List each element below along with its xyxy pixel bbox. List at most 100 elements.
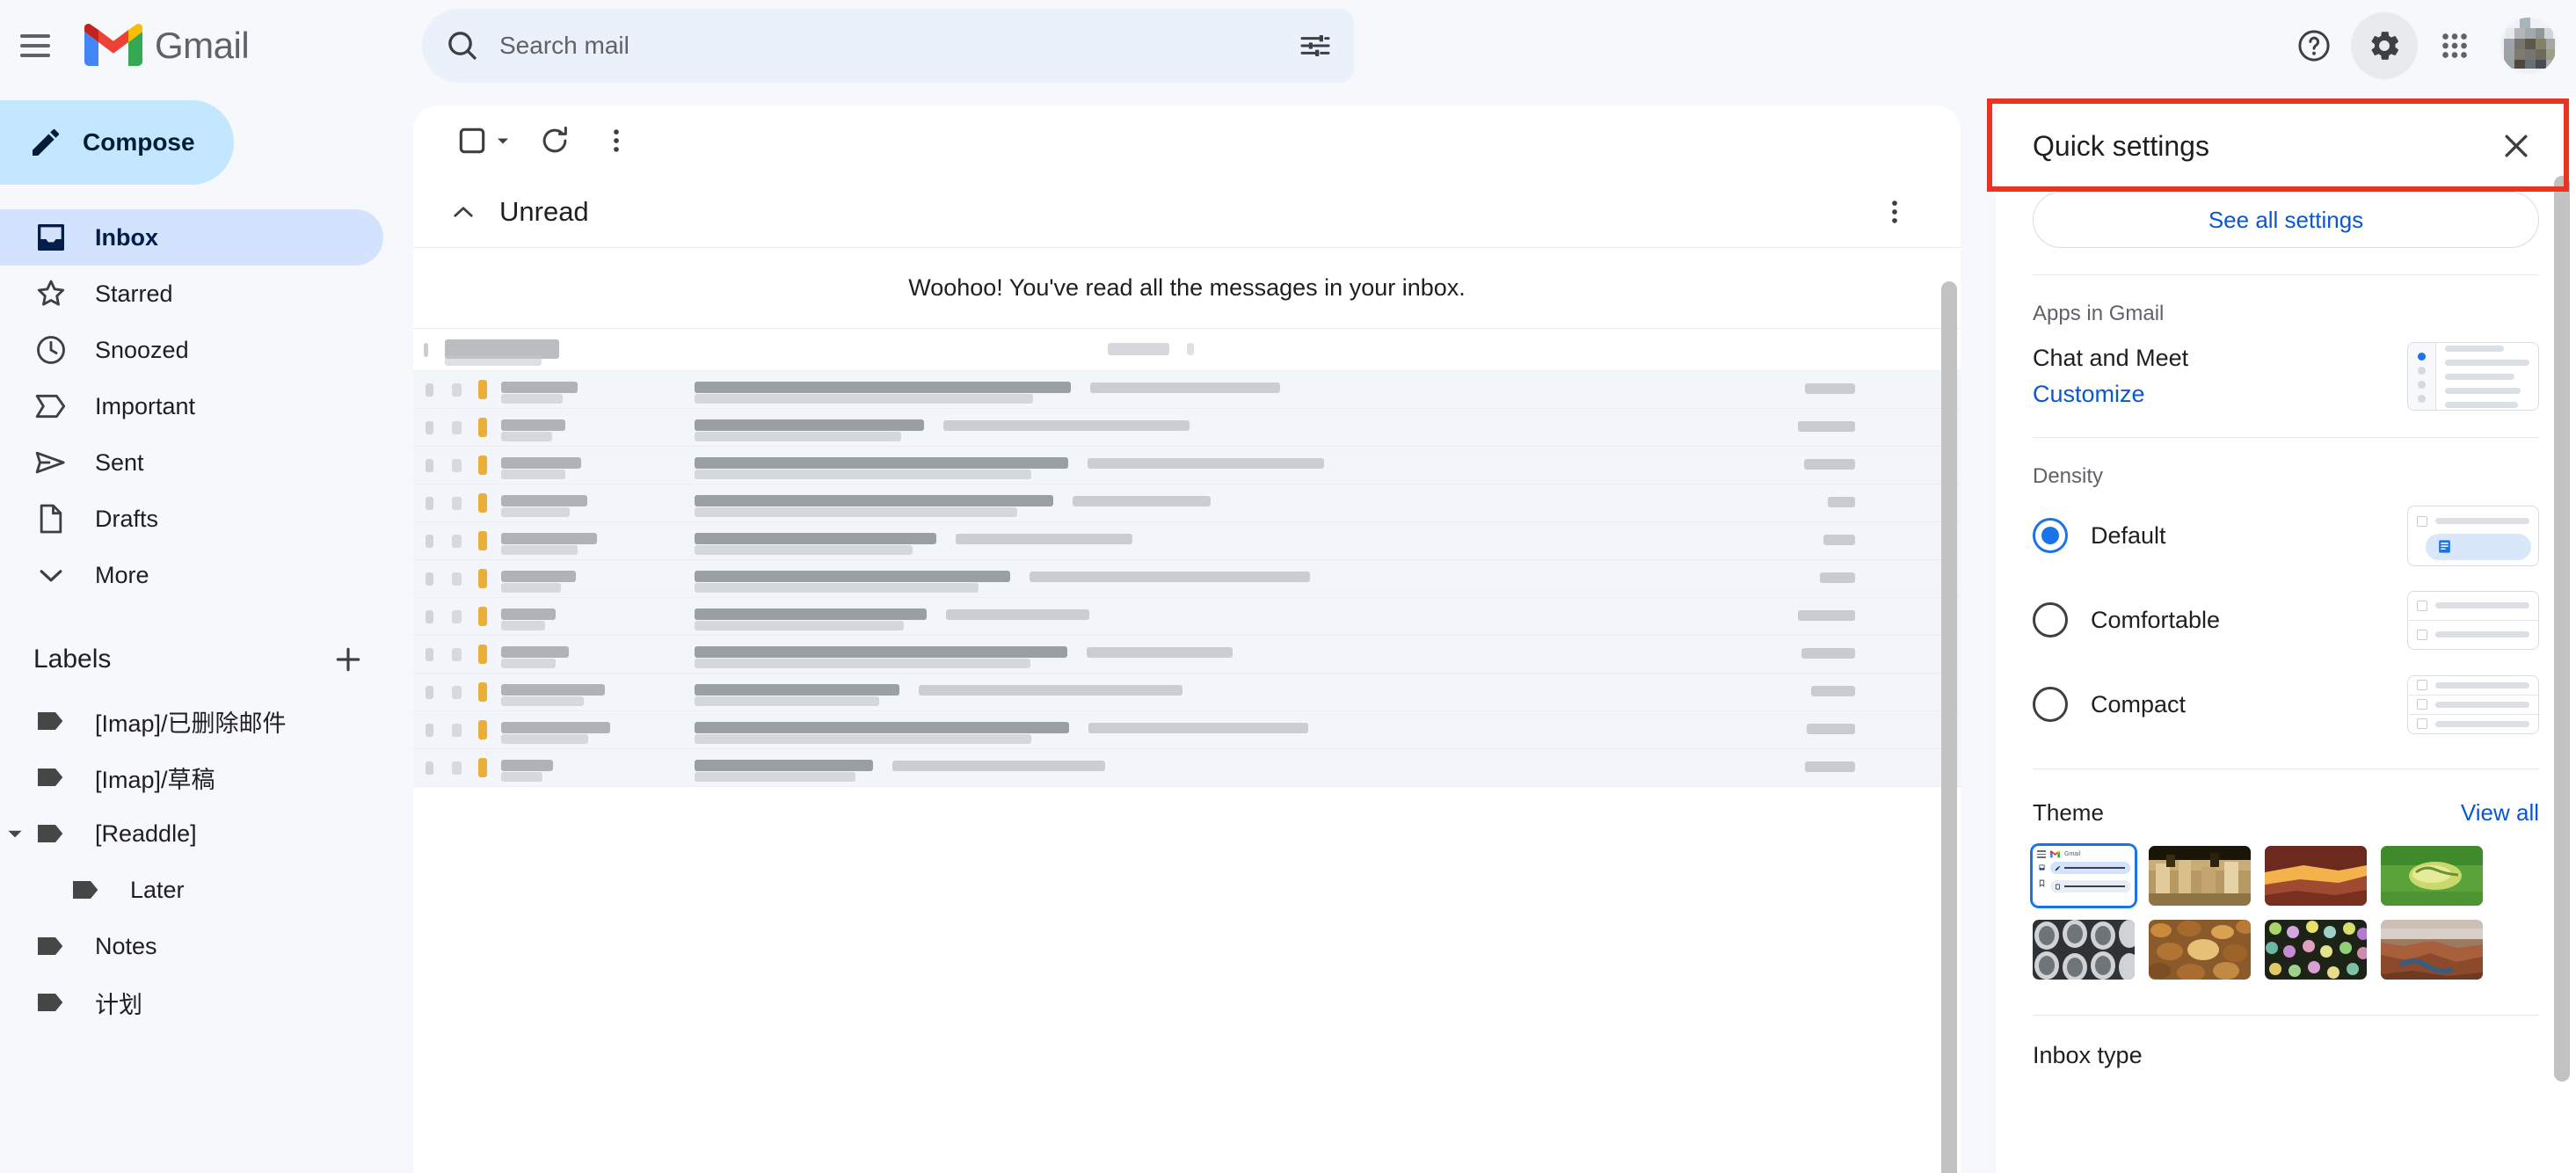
redacted-text-block	[919, 685, 1182, 696]
select-all-control[interactable]	[448, 119, 520, 163]
label-tag-icon	[73, 881, 98, 899]
density-option-default[interactable]: Default	[2033, 498, 2539, 573]
message-list-scrollbar[interactable]	[1941, 281, 1957, 1173]
density-option-comfortable[interactable]: Comfortable	[2033, 582, 2539, 658]
sidebar-label-text: Notes	[95, 932, 157, 959]
theme-thumb-grayscale-bubbles[interactable]	[2033, 920, 2135, 980]
redacted-text-block	[478, 531, 487, 550]
redacted-text-block	[695, 696, 879, 706]
plus-icon[interactable]	[327, 638, 369, 681]
mail-rows-container	[413, 329, 1961, 787]
redacted-text-block	[1805, 761, 1855, 772]
redacted-text-block	[452, 724, 462, 737]
user-avatar[interactable]	[2500, 18, 2557, 74]
density-option-label: Default	[2091, 521, 2166, 549]
theme-thumb-canyon-river[interactable]	[2381, 920, 2483, 980]
sidebar-label-item[interactable]: 计划	[0, 974, 383, 1031]
sidebar-item-more[interactable]: More	[0, 547, 383, 603]
redacted-text-block	[426, 648, 433, 661]
checkbox-icon[interactable]	[455, 124, 489, 157]
redacted-text-block	[426, 383, 433, 397]
compose-button[interactable]: Compose	[0, 100, 234, 185]
theme-thumb-chess[interactable]	[2149, 846, 2251, 906]
caret-down-icon[interactable]	[4, 822, 26, 845]
sidebar-label-item[interactable]: [Readdle]	[0, 805, 383, 862]
divider	[2033, 437, 2539, 438]
density-preview-compact[interactable]	[2407, 674, 2539, 734]
chevron-up-icon[interactable]	[448, 197, 478, 227]
table-row[interactable]	[413, 329, 1961, 371]
redacted-text-block	[426, 761, 433, 775]
table-row[interactable]	[413, 409, 1961, 447]
sidebar-item-sent[interactable]: Sent	[0, 434, 383, 491]
table-row[interactable]	[413, 598, 1961, 636]
chevron-down-icon[interactable]	[492, 130, 513, 151]
redacted-text-block	[892, 761, 1105, 771]
redacted-text-block	[695, 684, 899, 696]
chat-and-meet-preview[interactable]	[2407, 342, 2539, 411]
redacted-text-block	[501, 507, 570, 517]
help-icon[interactable]	[2281, 12, 2347, 79]
redacted-text-block	[452, 572, 462, 586]
search-input[interactable]	[499, 32, 1282, 60]
theme-view-all-link[interactable]: View all	[2461, 799, 2539, 827]
chat-and-meet-row: Chat and Meet Customize	[2033, 342, 2539, 411]
gmail-logo-brand[interactable]: Gmail	[84, 24, 250, 68]
radio-compact[interactable]	[2033, 687, 2068, 722]
list-more-options-icon[interactable]	[589, 113, 644, 168]
redacted-text-block	[426, 535, 433, 548]
radio-default[interactable]	[2033, 518, 2068, 553]
redacted-text-block	[695, 470, 1031, 479]
search-options-icon[interactable]	[1282, 12, 1349, 79]
theme-thumb-red-canyon[interactable]	[2265, 846, 2367, 906]
sidebar-item-starred[interactable]: Starred	[0, 266, 383, 322]
density-preview-default[interactable]	[2407, 505, 2539, 566]
important-chevron-icon	[35, 394, 66, 419]
quick-settings-scrollbar[interactable]	[2554, 176, 2570, 1082]
table-row[interactable]	[413, 484, 1961, 522]
inbox-icon	[38, 224, 64, 251]
sidebar-item-snoozed[interactable]: Snoozed	[0, 322, 383, 378]
table-row[interactable]	[413, 636, 1961, 674]
google-apps-grid-icon[interactable]	[2421, 12, 2488, 79]
gear-icon[interactable]	[2351, 12, 2418, 79]
theme-thumb-autumn-leaves[interactable]	[2149, 920, 2251, 980]
redacted-text-block	[1820, 572, 1855, 583]
search-bar[interactable]	[422, 9, 1354, 83]
table-row[interactable]	[413, 560, 1961, 598]
density-option-compact[interactable]: Compact	[2033, 667, 2539, 742]
sidebar-label-item[interactable]: [Imap]/已删除邮件	[0, 693, 383, 749]
divider	[2033, 274, 2539, 275]
sidebar-item-drafts[interactable]: Drafts	[0, 491, 383, 547]
sidebar-label-text: [Imap]/已删除邮件	[95, 710, 287, 737]
table-row[interactable]	[413, 522, 1961, 560]
redacted-text-block	[695, 457, 1068, 469]
density-preview-comfortable[interactable]	[2407, 590, 2539, 650]
redacted-text-block	[501, 696, 584, 706]
theme-thumb-green-leaf[interactable]	[2381, 846, 2483, 906]
redacted-text-block	[1088, 458, 1324, 469]
sidebar-item-inbox[interactable]: Inbox	[0, 209, 383, 266]
redacted-text-block	[478, 493, 487, 513]
table-row[interactable]	[413, 371, 1961, 409]
sidebar-label-item[interactable]: Notes	[0, 918, 383, 974]
theme-thumb-default[interactable]: Gmail	[2033, 846, 2135, 906]
theme-thumb-colorful-beads[interactable]	[2265, 920, 2367, 980]
sidebar-label-item[interactable]: Later	[0, 862, 383, 918]
redacted-text-block	[1187, 343, 1194, 355]
close-icon[interactable]	[2493, 123, 2539, 169]
unread-section-more-icon[interactable]	[1871, 188, 1918, 236]
gmail-app-window: Gmail Search mail Compose Inbox Starred …	[0, 0, 2576, 1173]
see-all-settings-button[interactable]: See all settings	[2033, 192, 2539, 248]
radio-comfortable[interactable]	[2033, 602, 2068, 638]
refresh-icon[interactable]	[528, 113, 582, 168]
customize-link[interactable]: Customize	[2033, 381, 2188, 408]
table-row[interactable]	[413, 447, 1961, 484]
sidebar-label-item[interactable]: [Imap]/草稿	[0, 749, 383, 805]
sidebar-item-important[interactable]: Important	[0, 378, 383, 434]
table-row[interactable]	[413, 711, 1961, 749]
table-row[interactable]	[413, 749, 1961, 787]
redacted-text-block	[695, 760, 873, 771]
table-row[interactable]	[413, 674, 1961, 711]
hamburger-menu-icon[interactable]	[14, 25, 56, 67]
